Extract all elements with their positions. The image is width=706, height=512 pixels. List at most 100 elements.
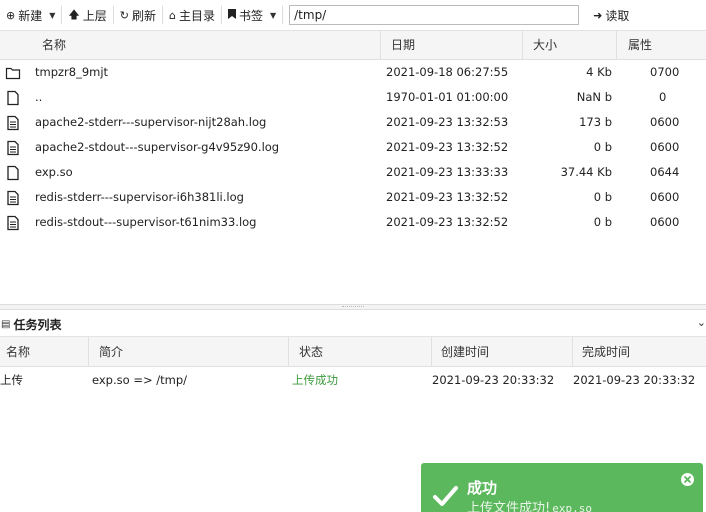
column-name-label: 名称 [42, 38, 67, 52]
bookmark-button[interactable]: 书签 ▼ [222, 0, 282, 31]
task-column-created-label: 创建时间 [441, 345, 490, 359]
text-file-icon [7, 215, 19, 231]
file-icon [7, 90, 19, 106]
file-name: apache2-stderr---supervisor-nijt28ah.log [35, 115, 267, 129]
task-column-finished-label: 完成时间 [582, 345, 631, 359]
task-panel-title: 任务列表 [13, 317, 62, 332]
file-date: 1970-01-01 01:00:00 [386, 90, 509, 104]
text-file-icon [7, 190, 19, 206]
toolbar-divider [282, 6, 284, 24]
file-list: tmpzr8_9mjt 2021-09-18 06:27:55 4 Kb 070… [0, 60, 706, 235]
text-file-icon [7, 115, 19, 131]
task-finished-time: 2021-09-23 20:33:32 [573, 373, 696, 387]
refresh-label: 刷新 [131, 8, 156, 23]
task-panel-header[interactable]: ▤ 任务列表 ⌄ [0, 312, 706, 337]
task-column-finished[interactable]: 完成时间 [572, 337, 706, 367]
home-icon: ⌂ [168, 8, 176, 22]
chevron-down-icon[interactable]: ⌄ [697, 316, 706, 329]
refresh-button[interactable]: ↻ 刷新 [114, 0, 162, 31]
task-table-header: 名称 简介 状态 创建时间 完成时间 [0, 337, 706, 367]
file-attr: 0 [659, 90, 667, 104]
success-toast: 成功 上传文件成功! exp.so [421, 463, 703, 512]
file-row[interactable]: tmpzr8_9mjt 2021-09-18 06:27:55 4 Kb 070… [0, 60, 706, 85]
task-column-name-label: 名称 [6, 345, 31, 359]
caret-down-icon: ▼ [49, 10, 56, 20]
up-button[interactable]: 🡅 上层 [62, 0, 112, 31]
read-label: 读取 [605, 8, 630, 23]
file-row[interactable]: redis-stderr---supervisor-i6h381li.log 2… [0, 185, 706, 210]
file-name: exp.so [35, 165, 73, 179]
file-name: apache2-stdout---supervisor-g4v95z90.log [35, 140, 280, 154]
file-row[interactable]: apache2-stdout---supervisor-g4v95z90.log… [0, 135, 706, 160]
text-file-icon [7, 140, 19, 156]
file-row[interactable]: exp.so 2021-09-23 13:33:33 37.44 Kb 0644 [0, 160, 706, 185]
arrow-up-icon: 🡅 [68, 7, 80, 21]
task-row[interactable]: 上传 exp.so => /tmp/ 上传成功 2021-09-23 20:33… [0, 367, 706, 393]
file-size: 0 b [593, 140, 612, 154]
bookmark-icon [227, 8, 236, 22]
task-column-status-label: 状态 [299, 345, 324, 359]
file-size: 37.44 Kb [560, 165, 612, 179]
file-name: redis-stdout---supervisor-t61nim33.log [35, 215, 257, 229]
file-date: 2021-09-23 13:32:52 [386, 190, 509, 204]
file-size: 0 b [593, 215, 612, 229]
toast-message-text: 上传文件成功! [467, 501, 551, 512]
arrow-right-icon: ➜ [593, 8, 603, 22]
bookmark-label: 书签 [238, 8, 263, 23]
drag-grip-icon [342, 306, 364, 308]
file-row[interactable]: redis-stdout---supervisor-t61nim33.log 2… [0, 210, 706, 235]
file-name: .. [35, 90, 43, 104]
file-attr: 0600 [650, 140, 680, 154]
home-label: 主目录 [178, 8, 215, 23]
toast-filename: exp.so [552, 502, 592, 512]
folder-icon [5, 67, 21, 80]
file-name: tmpzr8_9mjt [35, 65, 109, 79]
close-icon[interactable] [680, 472, 695, 487]
file-size: 0 b [593, 190, 612, 204]
file-attr: 0644 [650, 165, 680, 179]
file-date: 2021-09-23 13:33:33 [386, 165, 509, 179]
file-row[interactable]: apache2-stderr---supervisor-nijt28ah.log… [0, 110, 706, 135]
read-button[interactable]: ➜ 读取 [587, 0, 635, 31]
up-label: 上层 [82, 8, 107, 23]
file-attr: 0600 [650, 115, 680, 129]
column-attr[interactable]: 属性 [616, 31, 706, 60]
column-date[interactable]: 日期 [380, 31, 522, 60]
checkmark-icon [433, 486, 458, 506]
task-name: 上传 [0, 373, 23, 387]
plus-circle-icon: ⊕ [6, 8, 16, 22]
file-attr: 0600 [650, 190, 680, 204]
toast-message: 上传文件成功! exp.so [467, 497, 592, 512]
file-date: 2021-09-23 13:32:52 [386, 140, 509, 154]
file-attr: 0600 [650, 215, 680, 229]
file-icon [7, 165, 19, 181]
task-column-name[interactable]: 名称 [0, 337, 88, 367]
task-column-created[interactable]: 创建时间 [431, 337, 572, 367]
column-size[interactable]: 大小 [522, 31, 616, 60]
task-column-desc[interactable]: 简介 [88, 337, 288, 367]
task-status: 上传成功 [292, 373, 338, 387]
file-attr: 0700 [650, 65, 680, 79]
home-button[interactable]: ⌂ 主目录 [163, 0, 221, 31]
task-column-status[interactable]: 状态 [288, 337, 431, 367]
task-created-time: 2021-09-23 20:33:32 [432, 373, 555, 387]
file-name: redis-stderr---supervisor-i6h381li.log [35, 190, 244, 204]
refresh-icon: ↻ [119, 8, 129, 22]
file-table-header: 名称 日期 大小 属性 [0, 31, 706, 60]
file-size: 4 Kb [586, 65, 612, 79]
new-label: 新建 [18, 8, 43, 23]
task-column-desc-label: 简介 [99, 345, 124, 359]
new-button[interactable]: ⊕ 新建 ▼ [0, 0, 61, 31]
file-row[interactable]: .. 1970-01-01 01:00:00 NaN b 0 [0, 85, 706, 110]
file-date: 2021-09-18 06:27:55 [386, 65, 509, 79]
toolbar: ⊕ 新建 ▼ 🡅 上层 ↻ 刷新 ⌂ 主目录 书签 ▼ ➜ 读取 [0, 0, 706, 31]
column-date-label: 日期 [391, 38, 416, 52]
task-desc: exp.so => /tmp/ [92, 373, 188, 387]
caret-down-icon: ▼ [269, 10, 277, 20]
panel-resize-handle[interactable] [0, 304, 706, 310]
file-size: 173 b [579, 115, 612, 129]
column-name[interactable]: 名称 [32, 31, 382, 60]
path-input[interactable] [289, 5, 580, 25]
column-size-label: 大小 [533, 38, 558, 52]
file-size: NaN b [576, 90, 612, 104]
